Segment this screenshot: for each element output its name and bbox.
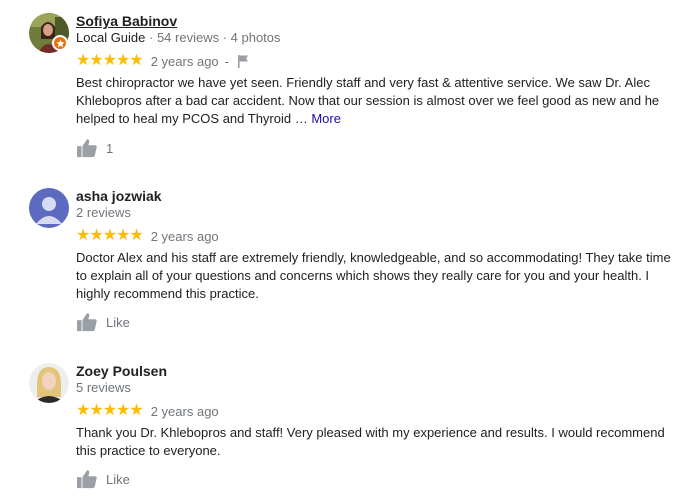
reviewer-photo [29,363,69,403]
reviewer-meta: Local Guide · 54 reviews · 4 photos [76,30,281,45]
review-text: Best chiropractor we have yet seen. Frie… [76,74,676,128]
rating-row: ★★★★★ 2 years ago - [76,53,249,69]
reviewer-name[interactable]: asha jozwiak [76,188,162,204]
reviewer-name[interactable]: Zoey Poulsen [76,363,167,379]
flag-icon[interactable] [237,54,249,68]
default-avatar-icon [29,188,69,228]
thumbs-up-icon [77,139,97,158]
review-text: Doctor Alex and his staff are extremely … [76,250,671,301]
star-rating: ★★★★★ [76,227,144,244]
rating-row: ★★★★★ 2 years ago [76,228,219,244]
thumbs-up-icon [77,470,97,489]
separator: - [224,53,229,69]
reviewer-name[interactable]: Sofiya Babinov [76,13,177,29]
like-count: 1 [106,140,114,156]
review-card: Sofiya Babinov Local Guide · 54 reviews … [0,13,685,163]
local-guide-label: Local Guide [76,30,146,45]
like-button[interactable]: 1 [76,138,113,158]
review-card: Zoey Poulsen 5 reviews ★★★★★ 2 years ago… [0,363,685,501]
reviewer-meta: 5 reviews [76,380,131,395]
like-button[interactable]: Like [76,469,130,489]
reviewer-avatar[interactable] [29,188,69,228]
more-link[interactable]: More [311,111,341,126]
local-guide-badge [52,35,68,51]
review-text: Thank you Dr. Khlebopros and staff! Very… [76,425,665,458]
thumbs-up-icon [77,313,97,332]
review-time: 2 years ago [150,53,219,69]
star-rating: ★★★★★ [76,52,144,69]
review-time: 2 years ago [150,228,219,244]
like-button[interactable]: Like [76,312,130,332]
like-label: Like [106,314,130,330]
review-card: asha jozwiak 2 reviews ★★★★★ 2 years ago… [0,188,685,338]
review-time: 2 years ago [150,403,219,419]
like-label: Like [106,471,130,487]
local-guide-star-icon [55,38,65,47]
star-rating: ★★★★★ [76,402,144,419]
review-text-body: Best chiropractor we have yet seen. Frie… [76,75,660,126]
reviewer-meta: 2 reviews [76,205,131,220]
reviewer-avatar[interactable] [29,363,69,403]
reviewer-stats: · 54 reviews · 4 photos [149,30,281,45]
rating-row: ★★★★★ 2 years ago [76,403,219,419]
